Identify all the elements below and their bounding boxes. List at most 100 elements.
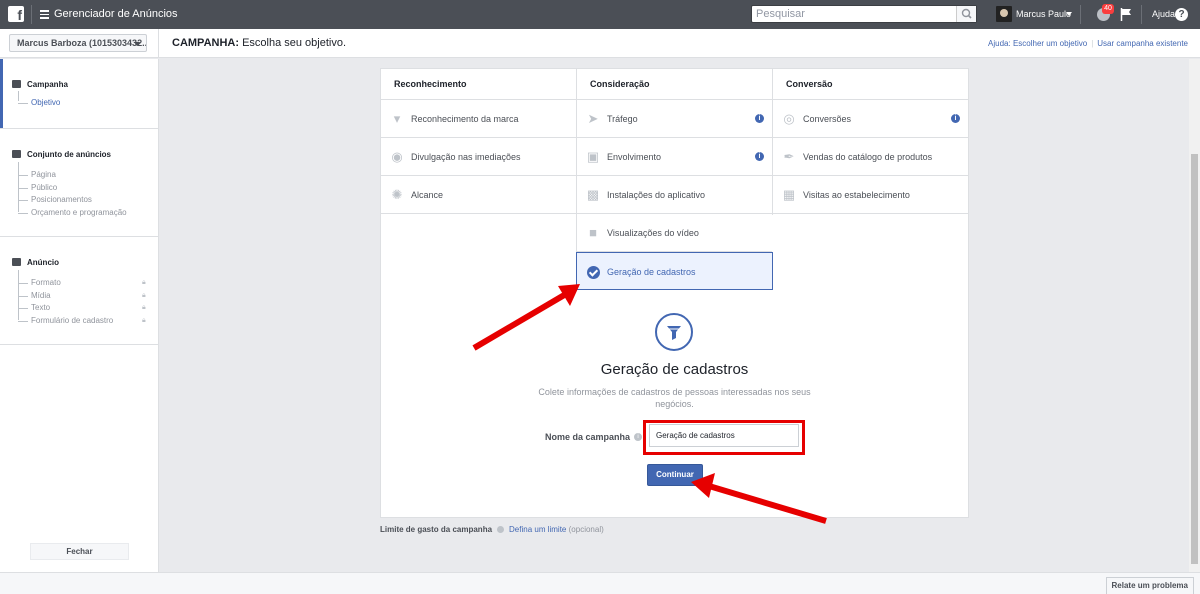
- header-links: Ajuda: Escolher um objetivo | Usar campanh…: [988, 39, 1188, 48]
- sidebar-heading-label: Conjunto de anúncios: [27, 150, 111, 159]
- sidebar-item-media[interactable]: Mídia: [18, 291, 51, 300]
- objective-local-awareness[interactable]: ◉ Divulgação nas imediações: [381, 138, 576, 176]
- info-icon[interactable]: i: [755, 152, 764, 161]
- page-title: CAMPANHA: Escolha seu objetivo.: [172, 37, 346, 49]
- sidebar-heading-label: Anúncio: [27, 258, 59, 267]
- objective-engagement[interactable]: ▣ Envolvimento i: [577, 138, 772, 176]
- objective-reach[interactable]: ✺ Alcance: [381, 176, 576, 214]
- app-box-icon: ▩: [586, 187, 600, 202]
- close-button[interactable]: Fechar: [30, 543, 129, 560]
- shopping-cart-icon: ✒: [783, 149, 795, 164]
- objective-conversions[interactable]: ◎ Conversões i: [773, 100, 968, 138]
- divider: [1080, 5, 1081, 24]
- sidebar-section-ad: Anúncio Formato 🔒︎ Mídia 🔒︎ Texto 🔒︎ For…: [0, 237, 158, 345]
- campaign-name-input[interactable]: [649, 424, 799, 447]
- objective-label: Reconhecimento da marca: [411, 114, 519, 124]
- video-camera-icon: ■: [589, 225, 597, 240]
- objective-catalog-sales[interactable]: ✒ Vendas do catálogo de produtos: [773, 138, 968, 176]
- objective-store-visits[interactable]: ▦ Visitas ao estabelecimento: [773, 176, 968, 214]
- divider: [158, 29, 159, 58]
- campaign-name-label: Nome da campanha: [545, 432, 631, 442]
- engagement-icon: ▣: [586, 149, 600, 164]
- funnel-icon: [655, 313, 693, 351]
- sidebar-section-campaign: Campanha Objetivo: [0, 59, 158, 129]
- objective-label: Geração de cadastros: [607, 267, 696, 277]
- page-title-text: Escolha seu objetivo.: [239, 37, 347, 49]
- spend-limit-row: Limite de gasto da campanha Defina um lim…: [380, 525, 604, 534]
- sidebar-item-objective[interactable]: Objetivo: [18, 98, 60, 107]
- scrollbar-thumb[interactable]: [1191, 154, 1198, 564]
- sidebar-item-lead-form[interactable]: Formulário de cadastro: [18, 316, 113, 325]
- flag-icon[interactable]: [1120, 8, 1132, 21]
- optional-hint: (opcional): [568, 525, 604, 534]
- info-icon[interactable]: i: [634, 433, 642, 441]
- grid-icon: [12, 150, 21, 158]
- objective-traffic[interactable]: ➤ Tráfego i: [577, 100, 772, 138]
- chevron-down-icon: [134, 42, 140, 46]
- column-header-awareness: Reconhecimento: [381, 69, 577, 100]
- help-label[interactable]: Ajuda: [1152, 9, 1175, 19]
- account-selector[interactable]: Marcus Barboza (1015303432...: [9, 34, 147, 52]
- sidebar-heading-campaign[interactable]: Campanha: [12, 80, 68, 89]
- lock-icon: 🔒︎: [142, 292, 146, 299]
- objective-brand-awareness[interactable]: ▾ Reconhecimento da marca: [381, 100, 576, 138]
- store-icon: ▦: [782, 187, 796, 202]
- megaphone-icon: ▾: [393, 111, 401, 126]
- sidebar-item-budget-schedule[interactable]: Orçamento e programação: [18, 208, 127, 217]
- use-existing-campaign-link[interactable]: Usar campanha existente: [1097, 39, 1188, 48]
- sidebar-heading-label: Campanha: [27, 80, 68, 89]
- sidebar-item-page[interactable]: Página: [18, 170, 56, 179]
- objective-label: Conversões: [803, 114, 852, 124]
- monitor-icon: [12, 258, 21, 266]
- account-name: Marcus Barboza (1015303432...: [17, 38, 147, 48]
- info-icon[interactable]: i: [755, 114, 764, 123]
- help-choose-objective-link[interactable]: Ajuda: Escolher um objetivo: [988, 39, 1087, 48]
- lock-icon: 🔒︎: [142, 279, 146, 286]
- sidebar-item-placements[interactable]: Posicionamentos: [18, 195, 92, 204]
- chevron-down-icon[interactable]: [1066, 12, 1072, 16]
- sidebar: Campanha Objetivo Conjunto de anúncios P…: [0, 59, 159, 572]
- column-header-consideration: Consideração: [577, 69, 773, 100]
- bottom-bar: Relate um problema: [0, 572, 1200, 594]
- facebook-logo-icon[interactable]: f: [8, 6, 24, 22]
- sidebar-heading-ad[interactable]: Anúncio: [12, 258, 59, 267]
- search-icon: [961, 8, 972, 19]
- objective-label: Vendas do catálogo de produtos: [803, 152, 933, 162]
- objective-lead-generation[interactable]: Geração de cadastros: [576, 252, 773, 290]
- user-name[interactable]: Marcus Paulo: [1016, 9, 1071, 19]
- objective-label: Visualizações do vídeo: [607, 228, 699, 238]
- sidebar-item-format[interactable]: Formato: [18, 278, 61, 287]
- search-button[interactable]: [956, 6, 976, 22]
- sidebar-item-audience[interactable]: Público: [18, 183, 57, 192]
- objective-app-installs[interactable]: ▩ Instalações do aplicativo: [577, 176, 772, 214]
- link-separator: |: [1091, 39, 1094, 48]
- objective-label: Tráfego: [607, 114, 638, 124]
- objective-label: Alcance: [411, 190, 444, 200]
- spend-limit-label: Limite de gasto da campanha: [380, 525, 493, 534]
- objective-video-views[interactable]: ■ Visualizações do vídeo: [577, 214, 772, 252]
- hamburger-menu-icon[interactable]: [40, 10, 49, 19]
- help-icon[interactable]: ?: [1175, 8, 1188, 21]
- search-input[interactable]: [752, 6, 956, 22]
- sidebar-item-text[interactable]: Texto: [18, 303, 50, 312]
- objective-label: Instalações do aplicativo: [607, 190, 706, 200]
- app-title[interactable]: Gerenciador de Anúncios: [54, 8, 178, 20]
- globe-icon: ◎: [783, 111, 795, 126]
- sidebar-heading-adset[interactable]: Conjunto de anúncios: [12, 150, 111, 159]
- page-title-prefix: CAMPANHA:: [172, 37, 240, 49]
- info-icon[interactable]: i: [951, 114, 960, 123]
- objective-card: Reconhecimento Consideração Conversão ▾ R…: [380, 68, 969, 518]
- continue-button[interactable]: Continuar: [647, 464, 703, 486]
- column-header-conversion: Conversão: [773, 69, 968, 100]
- objective-label: Visitas ao estabelecimento: [803, 190, 910, 200]
- notification-badge: 40: [1102, 4, 1114, 14]
- folder-check-icon: [12, 80, 21, 88]
- scrollbar[interactable]: [1189, 59, 1200, 572]
- top-navigation-bar: f Gerenciador de Anúncios Marcus Paulo 4…: [0, 0, 1200, 29]
- avatar[interactable]: [996, 6, 1012, 22]
- set-limit-link[interactable]: Defina um limite: [509, 525, 566, 534]
- divider: [1141, 5, 1142, 24]
- lock-icon: 🔒︎: [142, 317, 146, 324]
- report-problem-button[interactable]: Relate um problema: [1105, 577, 1194, 594]
- info-icon[interactable]: [497, 526, 505, 533]
